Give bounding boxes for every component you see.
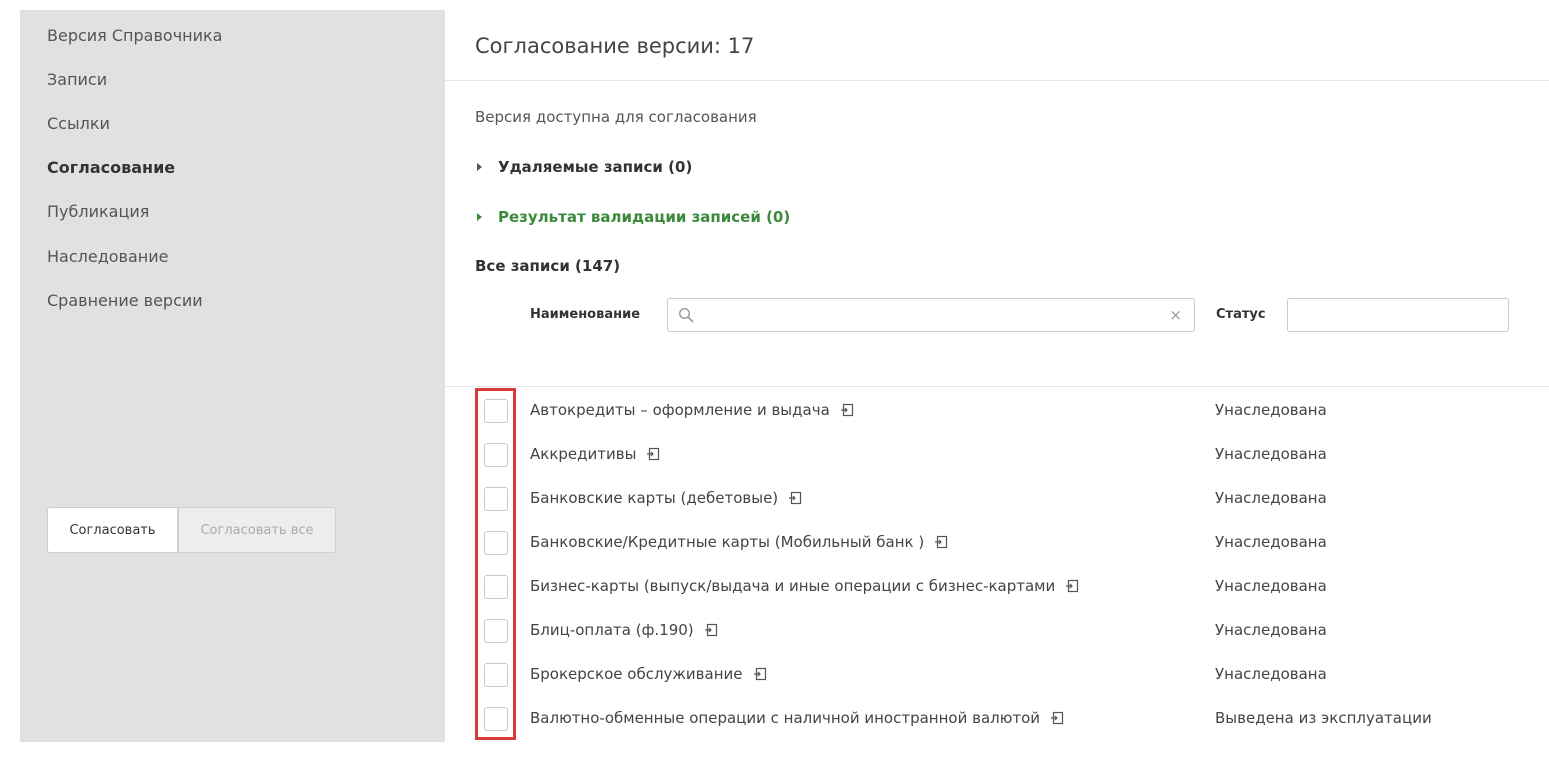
- table-row: Бизнес-карты (выпуск/выдача и иные опера…: [445, 564, 1549, 608]
- row-status: Унаследована: [1215, 401, 1327, 419]
- inherit-link-icon: [647, 447, 660, 461]
- approve-button[interactable]: Согласовать: [47, 507, 178, 553]
- row-checkbox[interactable]: [484, 619, 508, 643]
- availability-note: Версия доступна для согласования: [475, 108, 757, 126]
- row-status: Унаследована: [1215, 489, 1327, 507]
- sidebar: Версия Справочника Записи Ссылки Согласо…: [20, 10, 445, 742]
- row-status: Унаследована: [1215, 445, 1327, 463]
- validation-results-label: Результат валидации записей (0): [498, 208, 791, 226]
- row-name[interactable]: Бизнес-карты (выпуск/выдача и иные опера…: [530, 577, 1079, 595]
- sidebar-item-records[interactable]: Записи: [47, 70, 107, 89]
- inherit-link-icon: [789, 491, 802, 505]
- row-status: Унаследована: [1215, 621, 1327, 639]
- row-name[interactable]: Банковские карты (дебетовые): [530, 489, 802, 507]
- status-filter-input[interactable]: [1287, 298, 1509, 332]
- name-search-input[interactable]: [702, 303, 1166, 329]
- row-status: Унаследована: [1215, 577, 1327, 595]
- row-checkbox[interactable]: [484, 487, 508, 511]
- row-name[interactable]: Автокредиты – оформление и выдача: [530, 401, 854, 419]
- inherit-link-icon: [1066, 579, 1079, 593]
- row-checkbox[interactable]: [484, 399, 508, 423]
- inherit-link-icon: [704, 623, 717, 637]
- sidebar-item-compare[interactable]: Сравнение версии: [47, 291, 203, 310]
- status-filter-label: Статус: [1216, 307, 1266, 322]
- table-row: Блиц-оплата (ф.190) Унаследована: [445, 608, 1549, 652]
- table-row: Аккредитивы Унаследована: [445, 432, 1549, 476]
- all-records-heading: Все записи (147): [475, 257, 621, 275]
- caret-right-icon: [477, 213, 482, 221]
- approve-all-button[interactable]: Согласовать все: [178, 507, 336, 553]
- table-row: Банковские карты (дебетовые) Унаследован…: [445, 476, 1549, 520]
- name-filter-box: ×: [667, 298, 1195, 332]
- row-checkbox[interactable]: [484, 575, 508, 599]
- header-divider: [445, 80, 1549, 81]
- row-name[interactable]: Валютно-обменные операции с наличной ино…: [530, 709, 1064, 727]
- main-panel: Согласование версии: 17 Версия доступна …: [445, 10, 1549, 750]
- row-checkbox[interactable]: [484, 707, 508, 731]
- sidebar-item-links[interactable]: Ссылки: [47, 114, 110, 133]
- row-status: Выведена из эксплуатации: [1215, 709, 1432, 727]
- sidebar-item-version[interactable]: Версия Справочника: [47, 26, 222, 45]
- close-icon[interactable]: ×: [1169, 306, 1182, 324]
- table-row: Банковские/Кредитные карты (Мобильный ба…: [445, 520, 1549, 564]
- inherit-link-icon: [935, 535, 948, 549]
- validation-results-toggle[interactable]: Результат валидации записей (0): [477, 208, 790, 226]
- inherit-link-icon: [1051, 711, 1064, 725]
- page-title: Согласование версии: 17: [475, 34, 755, 58]
- row-name[interactable]: Банковские/Кредитные карты (Мобильный ба…: [530, 533, 948, 551]
- sidebar-item-publication[interactable]: Публикация: [47, 202, 149, 221]
- name-filter-label: Наименование: [530, 307, 641, 322]
- search-icon: [678, 307, 694, 323]
- row-status: Унаследована: [1215, 665, 1327, 683]
- sidebar-item-approval[interactable]: Согласование: [47, 158, 175, 177]
- row-status: Унаследована: [1215, 533, 1327, 551]
- deleted-records-toggle[interactable]: Удаляемые записи (0): [477, 158, 692, 176]
- row-checkbox[interactable]: [484, 443, 508, 467]
- table-row: Автокредиты – оформление и выдача Унасле…: [445, 388, 1549, 432]
- table-row: Брокерское обслуживание Унаследована: [445, 652, 1549, 696]
- table-row: Валютно-обменные операции с наличной ино…: [445, 696, 1549, 740]
- row-checkbox[interactable]: [484, 531, 508, 555]
- inherit-link-icon: [840, 403, 853, 417]
- inherit-link-icon: [753, 667, 766, 681]
- row-name[interactable]: Блиц-оплата (ф.190): [530, 621, 718, 639]
- row-name[interactable]: Аккредитивы: [530, 445, 660, 463]
- sidebar-item-inheritance[interactable]: Наследование: [47, 247, 169, 266]
- row-name[interactable]: Брокерское обслуживание: [530, 665, 767, 683]
- caret-right-icon: [477, 163, 482, 171]
- deleted-records-label: Удаляемые записи (0): [498, 158, 693, 176]
- table-divider: [445, 386, 1549, 387]
- row-checkbox[interactable]: [484, 663, 508, 687]
